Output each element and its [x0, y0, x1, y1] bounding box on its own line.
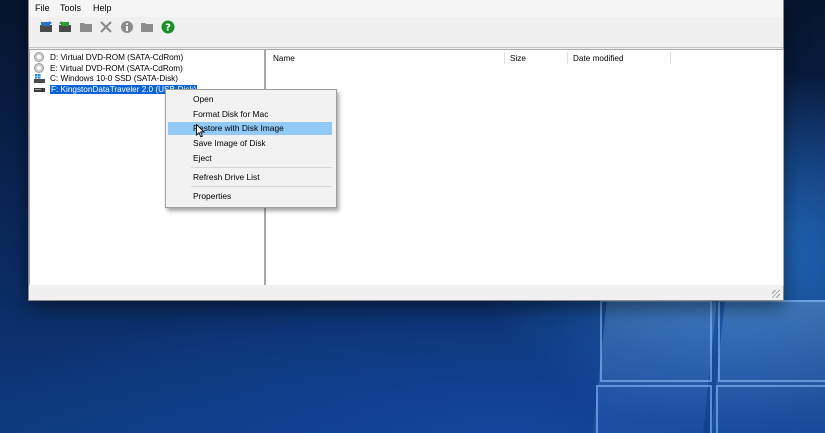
toolbar: ? — [29, 17, 783, 39]
folder-icon — [79, 22, 92, 32]
info-button[interactable] — [119, 19, 134, 34]
menu-item-open[interactable]: Open — [168, 93, 332, 106]
menu-file[interactable]: File — [35, 3, 50, 13]
menu-item-eject[interactable]: Eject — [168, 152, 332, 165]
delete-icon — [99, 20, 112, 33]
delete-button[interactable] — [98, 19, 113, 34]
menu-item-restore-with-disk-image[interactable]: Restore with Disk Image — [168, 122, 332, 135]
save-image-button[interactable] — [57, 19, 72, 34]
browse-folder-button[interactable] — [139, 19, 154, 34]
open-folder-button[interactable] — [78, 19, 93, 34]
tree-item-drive-d[interactable]: D: Virtual DVD-ROM (SATA-CdRom) — [34, 52, 183, 63]
menu-bar: File Tools Help — [29, 0, 783, 18]
windows-disk-icon — [34, 74, 45, 83]
context-menu: Open Format Disk for Mac Restore with Di… — [165, 89, 337, 208]
write-image-icon — [39, 20, 52, 32]
wallpaper-window-frame — [600, 300, 712, 382]
tree-item-label: D: Virtual DVD-ROM (SATA-CdRom) — [50, 53, 184, 62]
menu-item-refresh-drive-list[interactable]: Refresh Drive List — [168, 171, 332, 184]
help-icon: ? — [161, 20, 174, 33]
usb-drive-icon — [34, 87, 45, 92]
info-icon — [120, 20, 133, 33]
column-header-date-modified[interactable]: Date modified — [573, 54, 624, 63]
file-list[interactable]: Name Size Date modified — [265, 49, 784, 286]
column-header-size[interactable]: Size — [510, 54, 526, 63]
app-window: File Tools Help ? D: Virtual DVD-ROM (SA… — [28, 0, 784, 301]
column-separator — [504, 52, 505, 64]
svg-text:?: ? — [165, 22, 171, 33]
column-separator — [670, 52, 671, 64]
menu-item-format-disk-for-mac[interactable]: Format Disk for Mac — [168, 108, 332, 121]
help-button[interactable]: ? — [160, 19, 175, 34]
wallpaper-window-frame — [596, 385, 712, 433]
save-image-icon — [58, 20, 71, 32]
resize-grip[interactable] — [772, 290, 780, 298]
menu-item-save-image-of-disk[interactable]: Save Image of Disk — [168, 137, 332, 150]
tree-item-drive-c[interactable]: C: Windows 10-0 SSD (SATA-Disk) — [34, 73, 178, 84]
menu-item-properties[interactable]: Properties — [168, 190, 332, 203]
tree-item-label: C: Windows 10-0 SSD (SATA-Disk) — [50, 74, 178, 83]
menu-tools[interactable]: Tools — [60, 3, 81, 13]
divider — [29, 47, 783, 48]
dvd-icon — [34, 62, 44, 73]
menu-separator — [191, 167, 332, 168]
wallpaper-window-frame — [716, 385, 825, 433]
dvd-icon — [34, 52, 44, 62]
tree-item-label: E: Virtual DVD-ROM (SATA-CdRom) — [50, 63, 183, 73]
menu-separator — [191, 186, 332, 187]
column-separator — [567, 52, 568, 64]
column-header-name[interactable]: Name — [273, 54, 295, 63]
menu-help[interactable]: Help — [93, 3, 112, 13]
wallpaper-window-frame — [718, 300, 825, 382]
status-bar — [29, 285, 783, 300]
folder-icon — [140, 22, 153, 32]
mouse-cursor-icon — [196, 124, 206, 138]
tree-item-drive-e[interactable]: E: Virtual DVD-ROM (SATA-CdRom) — [34, 62, 183, 74]
write-image-button[interactable] — [38, 19, 53, 34]
